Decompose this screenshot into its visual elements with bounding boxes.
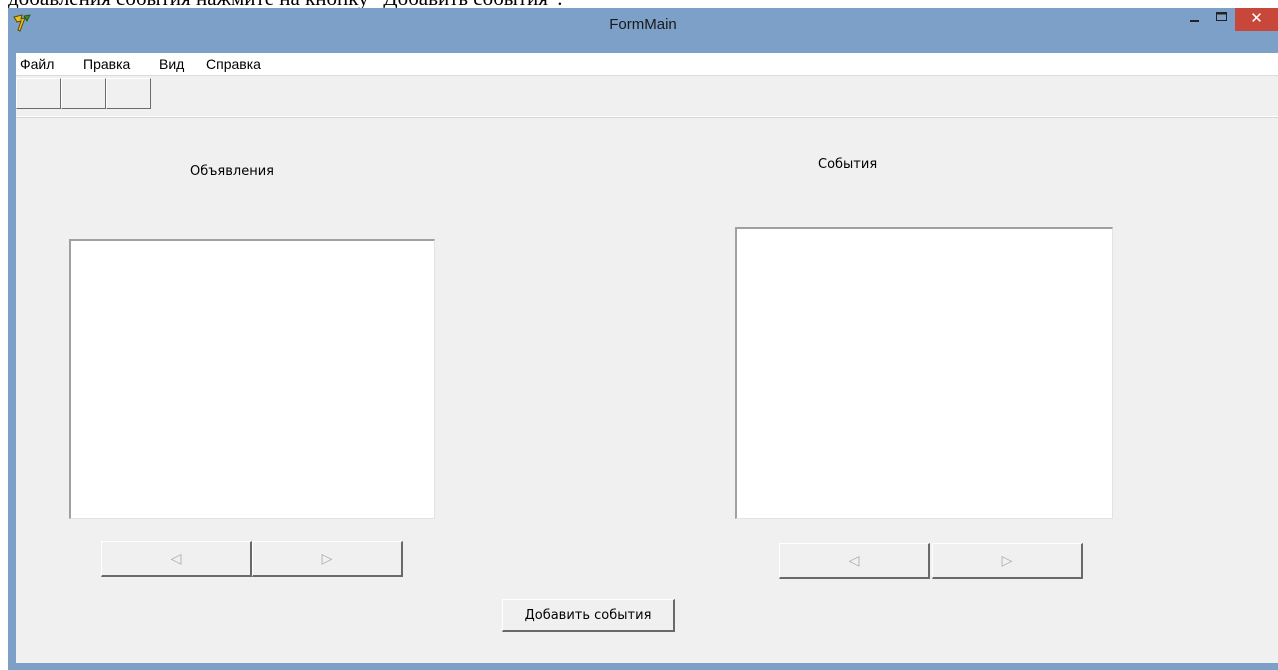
events-listbox[interactable] (735, 227, 1113, 519)
ads-next-button[interactable]: ▷ (252, 541, 403, 577)
maximize-icon (1216, 12, 1227, 21)
events-next-button[interactable]: ▷ (932, 543, 1083, 579)
title-bar[interactable]: FormMain ✕ (8, 8, 1278, 46)
triangle-right-icon: ▷ (321, 550, 333, 566)
ads-listbox[interactable] (69, 239, 435, 519)
triangle-left-icon: ◁ (848, 552, 860, 568)
form-main-window: FormMain ✕ Файл Правка Вид Справка Объяв… (8, 8, 1278, 670)
ads-label: Объявления (190, 164, 274, 179)
add-events-button[interactable]: Добавить события (502, 599, 675, 632)
triangle-left-icon: ◁ (170, 550, 182, 566)
add-events-button-label: Добавить события (524, 607, 652, 623)
close-icon: ✕ (1250, 10, 1263, 27)
form-client-area: Файл Правка Вид Справка Объявления Событ… (16, 53, 1278, 663)
window-title: FormMain (609, 16, 677, 33)
toolbar-button-2[interactable] (61, 78, 106, 109)
close-button[interactable]: ✕ (1235, 8, 1278, 31)
events-prev-button[interactable]: ◁ (779, 543, 930, 579)
menu-bar: Файл Правка Вид Справка (16, 53, 1278, 76)
menu-help[interactable]: Справка (206, 56, 261, 72)
ads-prev-button[interactable]: ◁ (101, 541, 252, 577)
events-label: События (818, 157, 878, 172)
maximize-button[interactable] (1208, 8, 1235, 31)
menu-edit[interactable]: Правка (83, 56, 130, 72)
toolbar-button-3[interactable] (106, 78, 151, 109)
menu-view[interactable]: Вид (159, 56, 184, 72)
minimize-button[interactable] (1182, 8, 1208, 31)
toolbar-button-1[interactable] (16, 78, 61, 109)
toolbar (16, 76, 1278, 117)
triangle-right-icon: ▷ (1001, 552, 1013, 568)
menu-file[interactable]: Файл (20, 56, 54, 72)
minimize-icon (1190, 20, 1199, 22)
